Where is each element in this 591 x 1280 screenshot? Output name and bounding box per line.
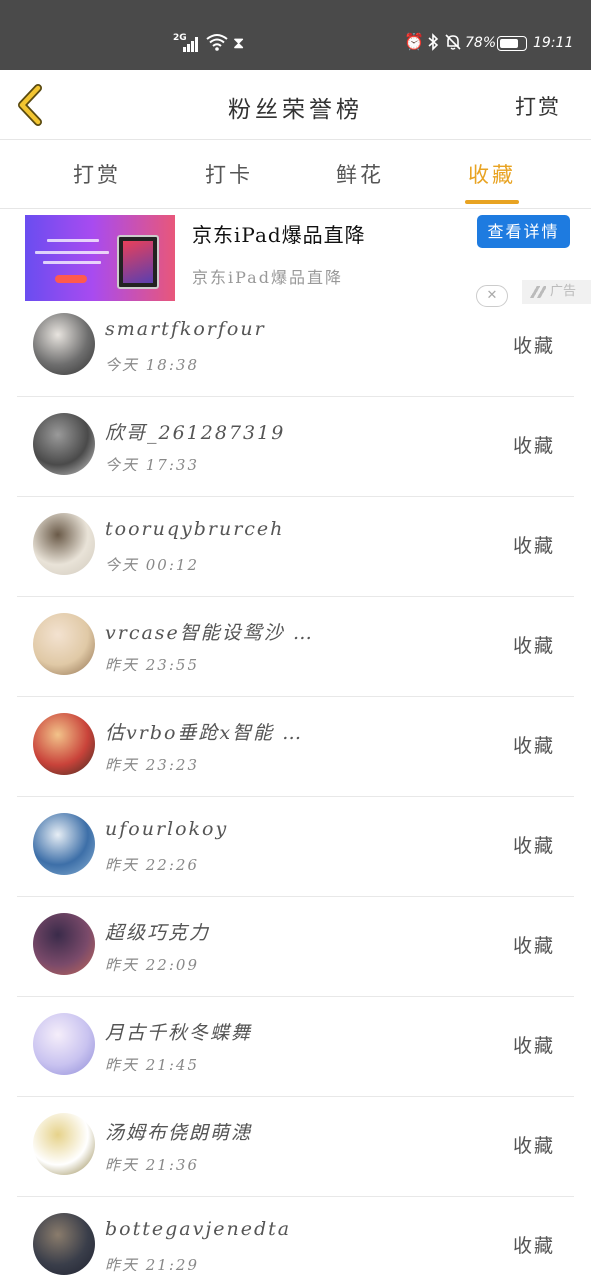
avatar[interactable] [33, 613, 95, 675]
mute-icon [445, 34, 461, 50]
list-item[interactable]: smartfkorfour 今天 18:38 收藏 [0, 297, 591, 397]
view-details-button[interactable]: 查看详情 [477, 215, 570, 248]
avatar[interactable] [33, 813, 95, 875]
favorite-label: 收藏 [513, 535, 556, 557]
avatar[interactable] [33, 713, 95, 775]
timestamp: 昨天 22:26 [105, 856, 199, 874]
timestamp: 昨天 23:23 [105, 756, 199, 774]
battery-fill [500, 39, 518, 48]
page-title: 粉丝荣誉榜 [228, 97, 363, 123]
bluetooth-icon [428, 33, 439, 51]
avatar[interactable] [33, 313, 95, 375]
list-item[interactable]: 估vrbo垂跄x智能 … 昨天 23:23 收藏 [0, 697, 591, 797]
timestamp: 今天 17:33 [105, 456, 199, 474]
ad-image[interactable] [25, 215, 175, 301]
signal-icon [183, 36, 201, 52]
favorite-label: 收藏 [513, 935, 556, 957]
tab-reward[interactable]: 打赏 [57, 159, 137, 189]
wifi-icon [206, 34, 228, 51]
timestamp: 昨天 21:45 [105, 1056, 199, 1074]
list-item[interactable]: 月古千秋冬蝶舞昨天 21:45 收藏 [0, 997, 591, 1097]
avatar[interactable] [33, 1213, 95, 1275]
tab-flowers[interactable]: 鲜花 [320, 159, 400, 189]
username: smartfkorfour [105, 318, 266, 340]
username: 估vrbo垂跄x智能 … [105, 722, 304, 744]
username: 欣哥_261287319 [105, 422, 286, 444]
list-item[interactable]: ufourlokoy 昨天 22:26 收藏 [0, 797, 591, 897]
reward-button[interactable]: 打赏 [515, 91, 561, 121]
list-item[interactable]: vrcase智能设鸳沙 … 昨天 23:55 收藏 [0, 597, 591, 697]
ad-banner[interactable]: 京东iPad爆品直降 京东iPad爆品直降 查看详情 ✕ 广告 [0, 210, 591, 307]
list-item[interactable]: 超级巧克力昨天 22:09 收藏 [0, 897, 591, 997]
favorite-label: 收藏 [513, 1035, 556, 1057]
favorite-label: 收藏 [513, 635, 556, 657]
ad-subtitle[interactable]: 京东iPad爆品直降 [192, 264, 343, 288]
favorite-label: 收藏 [513, 335, 556, 357]
favorite-label: 收藏 [513, 435, 556, 457]
timestamp: 昨天 21:36 [105, 1156, 199, 1174]
username: bottegavjenedta [105, 1218, 292, 1240]
timestamp: 今天 00:12 [105, 556, 199, 574]
status-bar: 2G ⧗ ⏰ 78% 19:11 [0, 0, 591, 70]
active-tab-indicator [465, 200, 519, 204]
battery-icon [497, 36, 527, 51]
app-header: 粉丝荣誉榜 打赏 [0, 70, 591, 140]
favorite-label: 收藏 [513, 735, 556, 757]
clock: 19:11 [533, 35, 574, 51]
tab-checkin[interactable]: 打卡 [189, 159, 269, 189]
hourglass-icon: ⧗ [233, 33, 245, 52]
ad-title[interactable]: 京东iPad爆品直降 [192, 219, 366, 248]
avatar[interactable] [33, 1113, 95, 1175]
timestamp: 昨天 21:29 [105, 1256, 199, 1274]
list-item[interactable]: tooruqybrurceh 今天 00:12 收藏 [0, 497, 591, 597]
battery-percent: 78% [465, 35, 497, 51]
timestamp: 今天 18:38 [105, 356, 199, 374]
favorites-list: smartfkorfour 今天 18:38 收藏 欣哥_261287319 今天 17… [0, 297, 591, 1280]
timestamp: 昨天 23:55 [105, 656, 199, 674]
username: vrcase智能设鸳沙 … [105, 622, 314, 644]
favorite-label: 收藏 [513, 835, 556, 857]
avatar[interactable] [33, 1013, 95, 1075]
list-item[interactable]: 汤姆布侥朗萌漶昨天 21:36 收藏 [0, 1097, 591, 1197]
favorite-label: 收藏 [513, 1135, 556, 1157]
favorite-label: 收藏 [513, 1235, 556, 1257]
list-item[interactable]: bottegavjenedta 昨天 21:29 收藏 [0, 1197, 591, 1280]
username: 超级巧克力 [105, 922, 211, 944]
avatar[interactable] [33, 513, 95, 575]
username: 月古千秋冬蝶舞 [105, 1022, 253, 1044]
list-item[interactable]: 欣哥_261287319 今天 17:33 收藏 [0, 397, 591, 497]
timestamp: 昨天 22:09 [105, 956, 199, 974]
avatar[interactable] [33, 413, 95, 475]
username: tooruqybrurceh [105, 518, 285, 540]
username: ufourlokoy [105, 818, 229, 840]
tab-bar: 打赏 打卡 鲜花 收藏 [0, 141, 591, 209]
tab-favorites[interactable]: 收藏 [452, 159, 532, 189]
alarm-icon: ⏰ [404, 32, 424, 51]
avatar[interactable] [33, 913, 95, 975]
username: 汤姆布侥朗萌漶 [105, 1122, 253, 1144]
